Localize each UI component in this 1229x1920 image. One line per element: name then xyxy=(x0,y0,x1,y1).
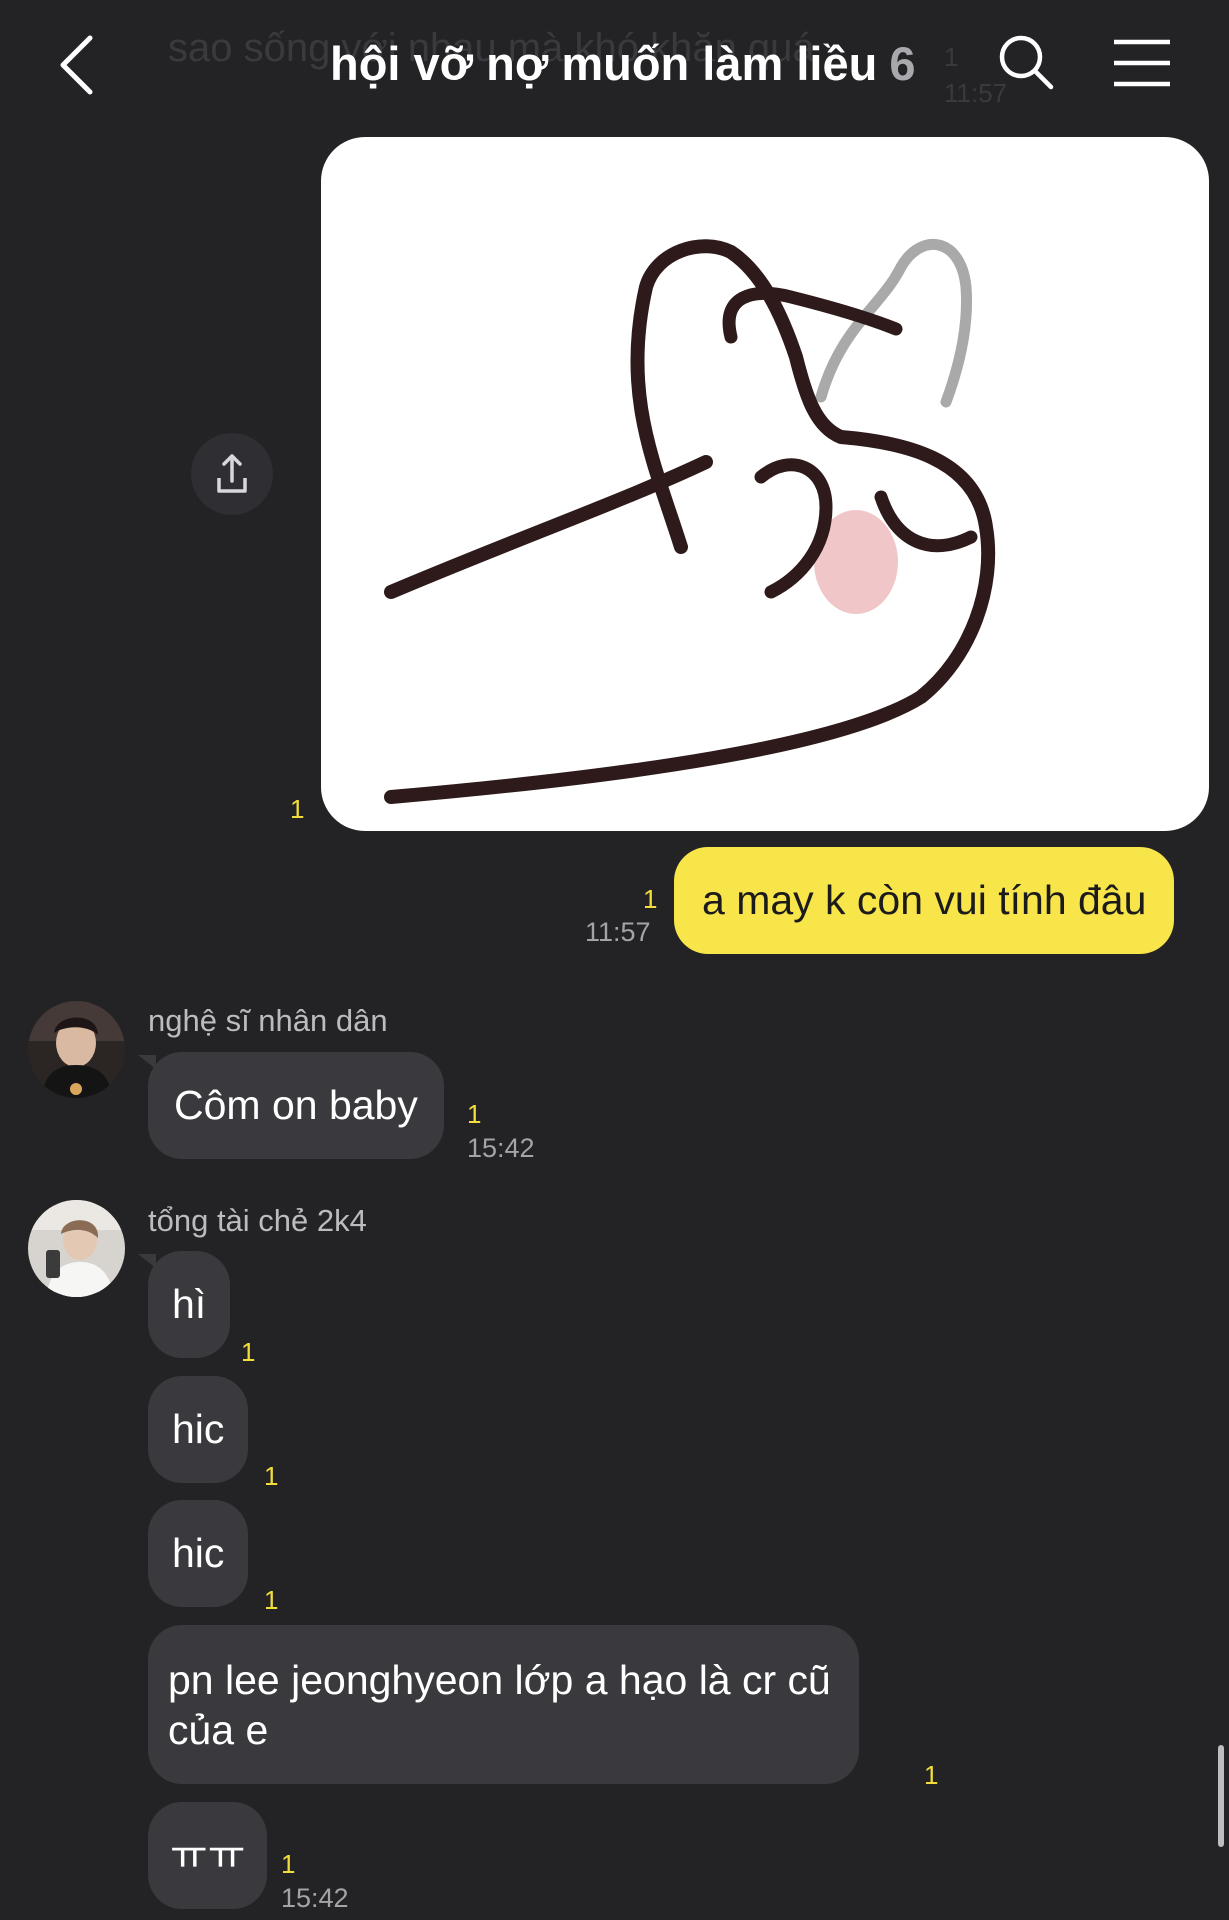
image-unread-count: 1 xyxy=(290,794,305,824)
message-text-line: pn lee jeonghyeon lớp a hạo là cr cũ xyxy=(168,1657,831,1703)
message-bubble[interactable]: hic xyxy=(148,1500,249,1607)
message-unread-count: 1 xyxy=(241,1337,256,1367)
message-unread-count: 1 xyxy=(467,1099,482,1129)
search-icon xyxy=(999,35,1054,90)
message-unread-count: 1 xyxy=(281,1849,296,1879)
avatar-photo xyxy=(28,1001,125,1098)
message-text-line: của e xyxy=(168,1707,269,1753)
message-time: 15:42 xyxy=(467,1133,535,1163)
member-count: 6 xyxy=(889,37,916,90)
message-text: hic xyxy=(172,1530,225,1576)
image-message[interactable] xyxy=(321,137,1209,831)
share-icon xyxy=(217,454,247,493)
chat-title-text: hội vỡ nợ muốn làm liều xyxy=(330,37,878,90)
mine-message-text: a may k còn vui tính đâu xyxy=(702,877,1147,923)
message-text: Côm on baby xyxy=(174,1082,418,1128)
sender-name: tổng tài chẻ 2k4 xyxy=(148,1203,367,1238)
scrollbar[interactable] xyxy=(1218,1745,1224,1847)
menu-button[interactable] xyxy=(1112,38,1172,88)
chat-title: hội vỡ nợ muốn làm liều 6 xyxy=(330,36,915,91)
message-bubble[interactable]: Côm on baby xyxy=(148,1052,444,1159)
message-bubble[interactable]: ㅠㅠ xyxy=(148,1802,268,1909)
sender-name: nghệ sĩ nhân dân xyxy=(148,1003,388,1038)
hamburger-menu-icon xyxy=(1114,39,1170,87)
search-button[interactable] xyxy=(996,32,1056,92)
message-time: 15:42 xyxy=(281,1883,349,1913)
message-text: ㅠㅠ xyxy=(170,1832,246,1878)
avatar-photo xyxy=(28,1200,125,1297)
mine-unread-count: 1 xyxy=(643,884,658,914)
message-unread-count: 1 xyxy=(924,1760,939,1790)
back-button[interactable] xyxy=(50,30,110,100)
chevron-left-icon xyxy=(60,35,93,95)
message-unread-count: 1 xyxy=(264,1585,279,1615)
message-text: hic xyxy=(172,1406,225,1452)
share-button[interactable] xyxy=(191,433,273,515)
mine-message-time: 11:57 xyxy=(585,917,651,947)
message-bubble[interactable]: hic xyxy=(148,1376,249,1483)
finger-heart-sticker xyxy=(384,238,996,804)
message-bubble[interactable]: pn lee jeonghyeon lớp a hạo là cr cũ của… xyxy=(148,1625,859,1784)
avatar[interactable] xyxy=(28,1200,125,1297)
message-unread-count: 1 xyxy=(264,1461,279,1491)
scrolled-message-unread: 1 xyxy=(944,42,959,72)
mine-text-bubble[interactable]: a may k còn vui tính đâu xyxy=(674,847,1175,954)
message-text: hì xyxy=(172,1281,207,1327)
message-bubble[interactable]: hì xyxy=(148,1251,231,1358)
avatar[interactable] xyxy=(28,1001,125,1098)
